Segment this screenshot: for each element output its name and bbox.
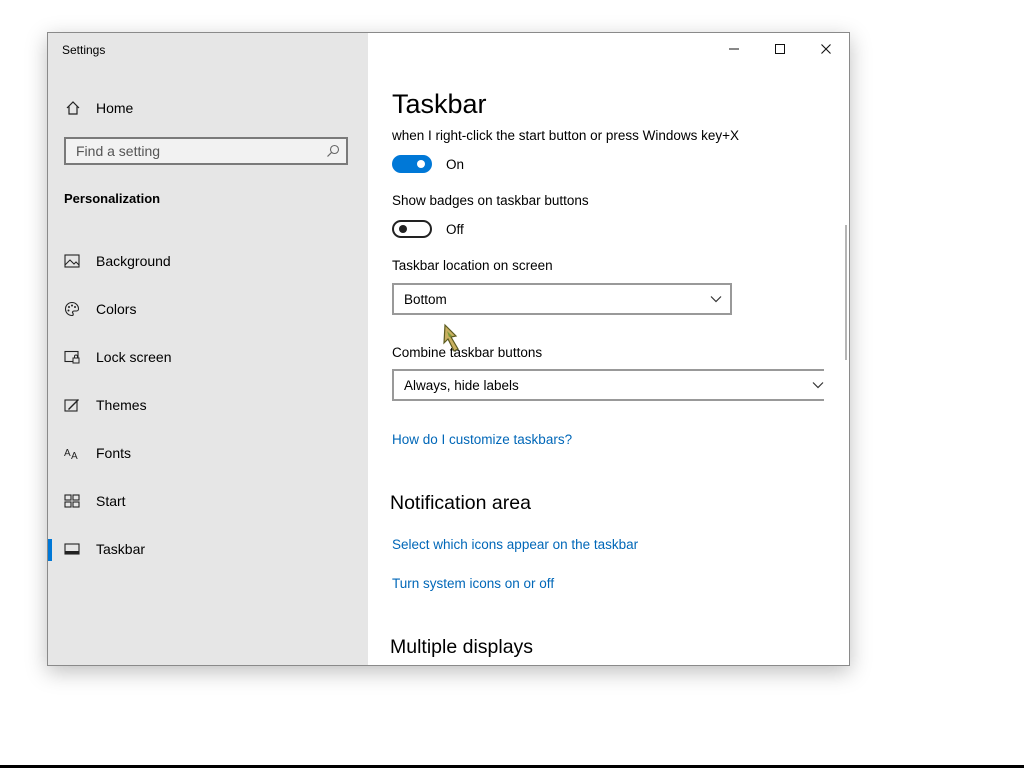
close-button[interactable]	[803, 33, 849, 65]
chevron-down-icon	[812, 382, 824, 389]
customize-taskbars-link[interactable]: How do I customize taskbars?	[392, 432, 572, 447]
start-icon	[64, 493, 80, 509]
search-input[interactable]	[66, 139, 326, 163]
system-icons-link[interactable]: Turn system icons on or off	[392, 576, 554, 591]
page-title: Taskbar	[392, 89, 487, 119]
minimize-button[interactable]	[711, 33, 757, 65]
sidebar-item-label: Background	[96, 253, 171, 269]
sidebar-item-fonts[interactable]: AA Fonts	[48, 429, 368, 477]
mouse-cursor-icon	[443, 323, 459, 352]
setting-description: when I right-click the start button or p…	[392, 128, 740, 143]
select-icons-link[interactable]: Select which icons appear on the taskbar	[392, 537, 638, 552]
sidebar-item-lock-screen[interactable]: Lock screen	[48, 333, 368, 381]
badges-label: Show badges on taskbar buttons	[392, 193, 589, 208]
minimize-icon	[729, 48, 739, 50]
toggle-knob	[417, 160, 425, 168]
search-icon[interactable]	[326, 144, 340, 158]
sidebar-item-label: Themes	[96, 397, 147, 413]
sidebar: Settings Home Personalization Background	[48, 33, 368, 665]
power-menu-toggle[interactable]	[392, 155, 432, 173]
maximize-button[interactable]	[757, 33, 803, 65]
sidebar-item-label: Fonts	[96, 445, 132, 461]
sidebar-item-taskbar[interactable]: Taskbar	[48, 525, 368, 573]
search-box[interactable]	[64, 137, 348, 165]
fonts-icon: AA	[64, 445, 80, 461]
titlebar-controls	[711, 33, 849, 65]
sidebar-item-themes[interactable]: Themes	[48, 381, 368, 429]
sidebar-item-label: Taskbar	[96, 541, 146, 557]
home-icon	[65, 100, 81, 116]
location-dropdown[interactable]: Bottom	[392, 283, 732, 315]
scrollbar[interactable]	[845, 225, 847, 360]
maximize-icon	[775, 44, 785, 54]
category-heading: Personalization	[64, 191, 161, 206]
notification-area-heading: Notification area	[390, 492, 531, 514]
location-value: Bottom	[404, 291, 447, 307]
badges-toggle-row: Off	[392, 220, 464, 238]
close-icon	[821, 44, 831, 54]
sidebar-item-label: Colors	[96, 301, 137, 317]
power-menu-toggle-row: On	[392, 155, 464, 173]
sidebar-item-background[interactable]: Background	[48, 237, 368, 285]
toggle-state-label: On	[446, 156, 465, 172]
sidebar-item-start[interactable]: Start	[48, 477, 368, 525]
sidebar-item-colors[interactable]: Colors	[48, 285, 368, 333]
toggle-knob	[399, 225, 407, 233]
picture-icon	[64, 253, 80, 269]
combine-value: Always, hide labels	[404, 377, 519, 393]
home-label: Home	[96, 100, 134, 116]
chevron-down-icon	[710, 296, 722, 303]
window-title: Settings	[62, 43, 106, 57]
sidebar-nav: Background Colors Lock screen Themes A A…	[48, 237, 368, 573]
sidebar-home[interactable]: Home	[65, 97, 133, 119]
badges-toggle[interactable]	[392, 220, 432, 238]
combine-dropdown[interactable]: Always, hide labels	[392, 369, 824, 401]
sidebar-item-label: Lock screen	[96, 349, 172, 365]
themes-icon	[64, 397, 80, 413]
taskbar-icon	[64, 541, 80, 557]
location-label: Taskbar location on screen	[392, 258, 553, 273]
multiple-displays-heading: Multiple displays	[390, 636, 534, 658]
toggle-state-label: Off	[446, 221, 464, 237]
main-content: Taskbar when I right-click the start but…	[368, 33, 849, 665]
lock-screen-icon	[64, 349, 80, 365]
combine-label: Combine taskbar buttons	[392, 345, 543, 360]
palette-icon	[64, 301, 80, 317]
svg-text:A: A	[64, 448, 71, 459]
svg-text:A: A	[71, 451, 78, 461]
sidebar-item-label: Start	[96, 493, 126, 509]
